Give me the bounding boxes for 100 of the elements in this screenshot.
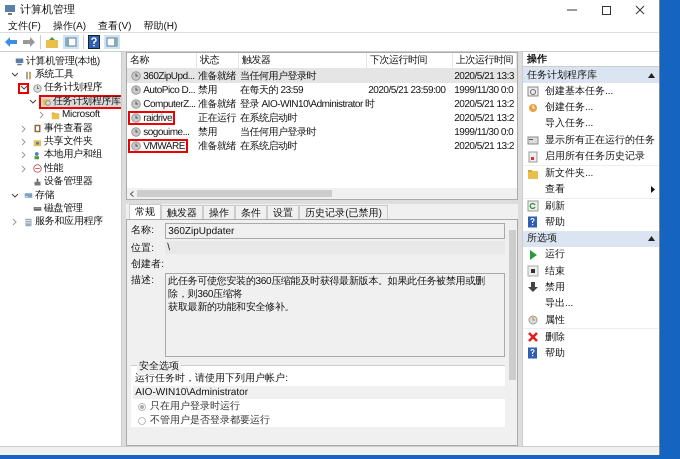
action-link[interactable]: 显示所有正在运行的任务 [545, 132, 655, 148]
action-link[interactable]: 创建任务... [545, 100, 655, 116]
action-link[interactable]: 运行 [545, 247, 655, 262]
action-link[interactable]: 创建基本任务... [545, 84, 655, 99]
radio-button[interactable] [138, 416, 146, 424]
menu-item[interactable]: 帮助(H) [143, 18, 178, 34]
down-arrow-icon [527, 281, 539, 294]
collapse-chevron-icon[interactable] [18, 82, 29, 94]
menu-item[interactable]: 操作(A) [52, 18, 86, 34]
column-header[interactable]: 状态 [197, 53, 240, 68]
tree-item[interactable]: 事件查看器 [30, 122, 96, 136]
task-name: sogouime... [128, 125, 192, 139]
device-icon [33, 178, 42, 187]
field-label: 描述: [131, 274, 156, 287]
group-title: 安全选项 [137, 359, 182, 374]
table-row[interactable]: AutoPico D... 禁用 在每天的 23:59 2020/5/21 23:59:00 1999/11/30 0:0 [127, 83, 518, 97]
panel-icon[interactable] [63, 35, 79, 49]
clock-icon [131, 71, 142, 81]
tree-item[interactable]: 计算机管理(本地) [12, 55, 103, 68]
action-link[interactable]: 属性 [545, 312, 655, 328]
description-line: 获取最新的功能和安全修补。 [168, 301, 296, 314]
action-link[interactable]: 结束 [545, 264, 655, 279]
tree-item[interactable]: 存储 [21, 188, 58, 202]
stop-icon [527, 265, 539, 278]
radio-selected[interactable] [138, 402, 146, 410]
clock-icon [131, 99, 142, 109]
action-link[interactable]: 帮助 [545, 346, 655, 361]
table-cell-text: 禁用 [198, 126, 218, 140]
selected-row[interactable]: 360ZipUpd... 准备就绪 当任何用户登录时 2020/5/21 13:3 [127, 69, 518, 83]
table-cell-text: 正在运行 [198, 112, 236, 126]
column-header[interactable]: 上次运行时间 [453, 53, 518, 68]
computer-icon [4, 4, 16, 16]
tree-item[interactable]: 服务和应用程序 [21, 216, 106, 230]
folder-up-icon[interactable] [45, 36, 59, 48]
task-name: VMWARE [128, 139, 188, 153]
action-link[interactable]: 刷新 [545, 198, 655, 214]
column-header[interactable]: 下次运行时间 [367, 53, 454, 68]
help-icon [527, 216, 539, 228]
action-link[interactable]: 新文件夹... [545, 166, 655, 182]
radio-label: 不管用户是否登录都要运行 [150, 414, 270, 428]
action-link[interactable]: 导出... [545, 296, 655, 312]
clock-icon [527, 314, 539, 326]
action-link[interactable]: 启用所有任务历史记录 [545, 149, 655, 164]
tab[interactable]: 条件 [235, 205, 268, 219]
section-header[interactable]: 任务计划程序库 [523, 67, 659, 83]
table-cell-text: 2020/5/21 23:59:00 [368, 84, 446, 98]
panel-icon[interactable] [104, 35, 120, 49]
task-name: AutoPico D... [128, 83, 198, 97]
table-row[interactable]: VMWARE 准备就绪 在系统启动时 2020/5/21 13:2 [127, 139, 518, 153]
menu-item[interactable]: 查看(V) [98, 18, 132, 34]
play-icon [527, 248, 539, 261]
gauge-icon [33, 164, 42, 174]
back-arrow-icon[interactable] [4, 36, 18, 48]
column-header[interactable]: 触发器 [239, 53, 368, 68]
tree-item[interactable]: 性能 [30, 162, 66, 176]
tab[interactable]: 设置 [267, 205, 300, 219]
tab[interactable]: 触发器 [161, 205, 204, 219]
tab[interactable]: 历史记录(已禁用) [299, 205, 388, 219]
tree-item[interactable]: 设备管理器 [30, 176, 96, 189]
tree-item[interactable]: 任务计划程序库 [39, 95, 122, 109]
clock-icon [131, 85, 142, 95]
table-row[interactable]: raidrive 正在运行 在系统启动时 2020/5/21 13:2 [127, 111, 518, 125]
column-header[interactable]: 名称 [127, 53, 198, 68]
tree-item[interactable]: 任务计划程序 [30, 82, 106, 96]
help-icon[interactable] [88, 35, 100, 49]
clock-icon [131, 127, 142, 137]
table-cell-text: 2020/5/21 13:2 [454, 98, 514, 112]
description-field[interactable]: 此任务可使您安装的360压缩能及时获得最新版本。如果此任务被禁用或删除，则360压缩将 获取最新的功能和安全修补。 [165, 273, 506, 357]
folder-icon [527, 168, 539, 180]
maximize-icon [602, 6, 610, 14]
tree-item[interactable]: 系统工具 [21, 68, 77, 82]
computer-icon [15, 57, 24, 66]
collapse-triangle-icon [648, 236, 655, 242]
action-link[interactable]: 禁用 [545, 280, 655, 295]
tree-item[interactable]: 共享文件夹 [30, 135, 96, 149]
tree-item[interactable]: Microsoft [48, 108, 103, 122]
description-line: 此任务可使您安装的360压缩能及时获得最新版本。如果此任务被禁用或删除，则360压缩将 [168, 275, 486, 301]
window-title: 计算机管理 [20, 2, 75, 18]
tree-item[interactable]: 本地用户和组 [30, 148, 106, 162]
action-link[interactable]: 导入任务... [545, 116, 655, 132]
name-field[interactable]: 360ZipUpdater [165, 223, 506, 239]
forward-arrow-icon[interactable] [22, 36, 36, 48]
tree-item[interactable]: 磁盘管理 [30, 202, 86, 216]
document-icon [527, 150, 539, 163]
table-cell-text: 准备就绪 [198, 98, 236, 112]
tab[interactable]: 操作 [203, 205, 236, 219]
action-link[interactable]: 帮助 [545, 214, 655, 230]
table-row[interactable]: ComputerZ... 准备就绪 登录 AIO-WIN10\Administrator 时 2020/5/21 13:2 [127, 97, 518, 111]
clock-icon [131, 113, 142, 123]
tab[interactable]: 常规 [129, 204, 162, 219]
section-header[interactable]: 所选项 [523, 230, 659, 247]
table-cell-text: 禁用 [198, 84, 218, 98]
table-row[interactable]: sogouime... 禁用 当任何用户登录时 1999/11/30 0:0 [127, 125, 518, 139]
action-link[interactable]: 删除 [545, 330, 655, 345]
action-link[interactable]: 查看 [545, 182, 645, 198]
menu-item[interactable]: 文件(F) [8, 18, 41, 34]
minimize-icon [567, 9, 577, 11]
table-cell-text: 登录 AIO-WIN10\Administrator 时 [240, 98, 375, 112]
task-name: raidrive [128, 111, 176, 125]
horizontal-scrollbar[interactable] [127, 188, 518, 199]
